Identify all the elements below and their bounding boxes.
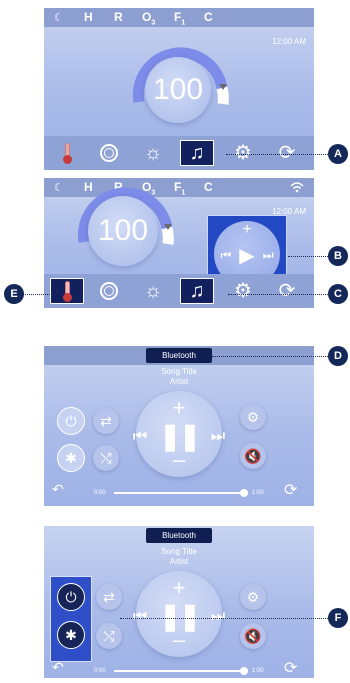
clock: 12:00 AM	[272, 37, 306, 46]
callout-d: D	[328, 346, 348, 366]
callout-e: E	[4, 284, 24, 304]
callout-line-c	[228, 294, 330, 295]
refresh-icon[interactable]: ⟳	[270, 140, 304, 166]
volume-up-button[interactable]: +	[136, 395, 222, 421]
bluetooth-button[interactable]: ✱	[57, 444, 85, 472]
callout-c: C	[328, 284, 348, 304]
progress-bar[interactable]	[114, 489, 248, 497]
repeat-icon[interactable]: ⇄	[93, 408, 119, 434]
shuffle-icon[interactable]: ⤭	[96, 623, 122, 649]
refresh-icon[interactable]: ⟳	[284, 658, 297, 678]
sun-icon[interactable]: ☼	[136, 278, 170, 304]
gear-icon[interactable]: ⚙	[226, 140, 260, 166]
song-title: Song Title	[161, 367, 197, 376]
status-c: C	[204, 10, 213, 24]
shuffle-icon[interactable]: ⤭	[93, 445, 119, 471]
back-icon[interactable]: ↶	[52, 659, 64, 676]
callout-line-d	[212, 356, 330, 357]
mute-icon[interactable]: 🔇	[240, 623, 266, 649]
refresh-icon[interactable]: ⟳	[270, 278, 304, 304]
status-o3: O3	[142, 10, 156, 27]
time-end: 1:00	[252, 668, 264, 674]
song-title: Song Title	[161, 547, 197, 556]
music-control-pad: + ⏮ ❚❚ ⏭ –	[133, 391, 225, 477]
music-control-pad: + ⏮ ❚❚ ⏭ –	[133, 571, 225, 657]
callout-b: B	[328, 246, 348, 266]
artist-name: Artist	[169, 377, 189, 386]
thermometer-icon[interactable]	[50, 278, 84, 304]
music-icon[interactable]: ♫	[180, 278, 214, 304]
music-screen: Bluetooth Song Title Artist ⏻ ✱ ⇄ ⤭ + ⏮ …	[44, 346, 314, 506]
time-end: 1:00	[252, 490, 264, 496]
progress-knob[interactable]	[240, 489, 248, 497]
repeat-icon[interactable]: ⇄	[96, 584, 122, 610]
volume-up-button[interactable]: +	[214, 221, 280, 239]
rings-icon[interactable]	[92, 140, 126, 166]
temperature-dial[interactable]: 100	[145, 57, 211, 123]
home-screen-music-popup: ☾ H R O3 F1 C 12:00 AM 100 + ⏮ ▶ ⏭ –	[44, 178, 314, 308]
bluetooth-button[interactable]: ✱	[57, 621, 85, 649]
previous-track-button[interactable]: ⏮	[133, 608, 147, 626]
back-icon[interactable]: ↶	[52, 481, 64, 498]
callout-line-f	[120, 618, 330, 619]
volume-down-button[interactable]: –	[136, 447, 222, 473]
thermometer-icon[interactable]	[50, 140, 84, 166]
music-screen-bluetooth-on: Bluetooth Song Title Artist ⏻ ✱ ⇄ ⤭ + ⏮ …	[44, 526, 314, 678]
moon-icon: ☾	[54, 12, 64, 24]
rings-icon[interactable]	[92, 278, 126, 304]
mute-icon[interactable]: 🔇	[240, 443, 266, 469]
status-bar: ☾ H R O3 F1 C	[44, 8, 314, 27]
progress-bar[interactable]	[114, 667, 248, 675]
status-c: C	[204, 180, 213, 194]
callout-f: F	[328, 608, 348, 628]
moon-icon: ☾	[54, 182, 64, 194]
settings-gear-icon[interactable]: ⚙	[240, 404, 266, 430]
status-f1: F1	[174, 10, 186, 27]
previous-track-button[interactable]: ⏮	[133, 428, 147, 446]
sun-icon[interactable]: ☼	[136, 140, 170, 166]
power-button[interactable]: ⏻	[57, 583, 85, 611]
callout-a: A	[328, 144, 348, 164]
gear-icon[interactable]: ⚙	[226, 278, 260, 304]
wifi-icon	[290, 182, 304, 193]
callout-line-e	[22, 294, 52, 295]
status-r: R	[114, 10, 123, 24]
settings-gear-icon[interactable]: ⚙	[240, 584, 266, 610]
callout-line-b	[288, 256, 330, 257]
previous-track-button[interactable]: ⏮	[220, 248, 231, 263]
time-start: 0:00	[94, 668, 106, 674]
progress-knob[interactable]	[240, 667, 248, 675]
bottom-nav: ☼ ♫ ⚙ ⟳	[44, 274, 314, 308]
volume-up-button[interactable]: +	[136, 575, 222, 601]
volume-down-button[interactable]: –	[136, 627, 222, 653]
next-track-button[interactable]: ⏭	[211, 428, 225, 446]
artist-name: Artist	[169, 557, 189, 566]
time-start: 0:00	[94, 490, 106, 496]
bluetooth-source-label[interactable]: Bluetooth	[146, 528, 212, 543]
callout-line-a	[226, 154, 330, 155]
bottom-nav: ☼ ♫ ⚙ ⟳	[44, 136, 314, 170]
play-button[interactable]: ▶	[239, 243, 254, 268]
power-button[interactable]: ⏻	[57, 407, 85, 435]
next-track-button[interactable]: ⏭	[263, 248, 274, 263]
home-screen: ☾ H R O3 F1 C 12:00 AM 100 ☼ ♫ ⚙ ⟳	[44, 8, 314, 170]
refresh-icon[interactable]: ⟳	[284, 480, 297, 500]
bluetooth-source-label[interactable]: Bluetooth	[146, 348, 212, 363]
next-track-button[interactable]: ⏭	[211, 608, 225, 626]
status-h: H	[84, 10, 93, 24]
temperature-dial[interactable]: 100	[88, 196, 158, 266]
music-icon[interactable]: ♫	[180, 140, 214, 166]
